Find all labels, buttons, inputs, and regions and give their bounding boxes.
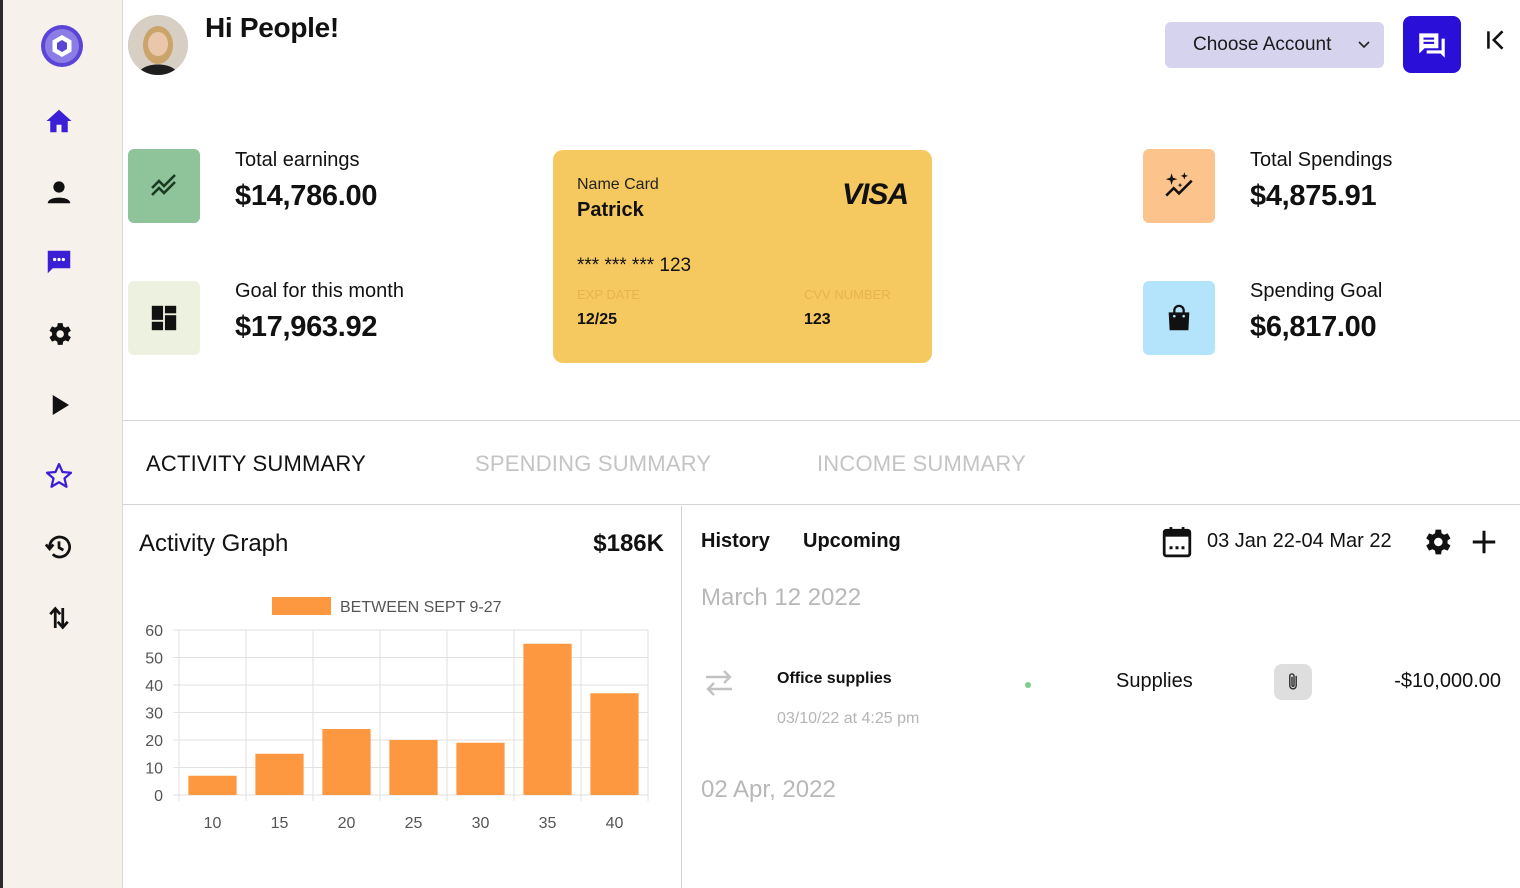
logo-icon[interactable] xyxy=(40,25,84,67)
sparkle-trend-icon xyxy=(1165,172,1193,197)
activity-total: $186K xyxy=(593,530,664,557)
group-date: 02 Apr, 2022 xyxy=(701,776,836,803)
activity-bar-chart: 0 10 20 30 40 50 60 10 15 20 25 30 35 40 BETWEEN SEPT… xyxy=(145,597,649,832)
trending-up-icon xyxy=(151,174,176,196)
tab-upcoming[interactable]: Upcoming xyxy=(803,530,901,553)
history-panel: History Upcoming 03 Jan 22-04 Mar 22 Mar… xyxy=(683,506,1520,888)
transfer-icon xyxy=(706,670,732,696)
star-icon[interactable] xyxy=(40,457,78,495)
dashboard-icon xyxy=(151,305,177,331)
transaction-name: Office supplies xyxy=(777,670,892,687)
legend-swatch xyxy=(272,597,331,615)
legend-label: BETWEEN SEPT 9-27 xyxy=(340,599,502,616)
paperclip-icon xyxy=(1289,673,1297,690)
tab-income-summary[interactable]: INCOME SUMMARY xyxy=(817,451,1026,477)
person-icon[interactable] xyxy=(40,173,78,211)
tab-history[interactable]: History xyxy=(701,530,770,553)
exp-date-label: EXP DATE xyxy=(577,287,641,302)
x-tick-label: 20 xyxy=(338,815,356,832)
total-spendings-label: Total Spendings xyxy=(1250,149,1393,171)
dashboard-app: Hi People! Choose Account Total earnings… xyxy=(0,0,1520,888)
bar-30[interactable] xyxy=(456,742,505,795)
cvv-value: 123 xyxy=(804,311,831,328)
bar-10[interactable] xyxy=(188,775,237,795)
attachment-button[interactable] xyxy=(1274,664,1312,700)
goal-month-label: Goal for this month xyxy=(235,280,404,302)
card-holder-name: Patrick xyxy=(577,199,644,221)
group-date: March 12 2022 xyxy=(701,584,862,611)
total-spendings-value: $4,875.91 xyxy=(1250,180,1377,212)
spending-goal-tile xyxy=(1143,281,1215,355)
transaction-category: Supplies xyxy=(1116,670,1193,692)
gear-icon[interactable] xyxy=(40,315,78,353)
exp-date-value: 12/25 xyxy=(577,311,618,328)
messages-button[interactable] xyxy=(1403,16,1461,73)
x-tick-label: 25 xyxy=(405,815,423,832)
spendings-tile xyxy=(1143,149,1215,223)
y-tick-label: 0 xyxy=(154,788,163,805)
choose-account-select[interactable]: Choose Account xyxy=(1165,22,1384,68)
x-tick-label: 35 xyxy=(539,815,557,832)
bar-40[interactable] xyxy=(590,693,639,795)
tab-spending-summary[interactable]: SPENDING SUMMARY xyxy=(475,451,711,477)
play-icon[interactable] xyxy=(40,386,78,424)
y-tick-label: 30 xyxy=(145,706,163,723)
y-tick-label: 60 xyxy=(145,623,163,640)
swap-icon[interactable] xyxy=(40,599,78,637)
spending-goal-value: $6,817.00 xyxy=(1250,311,1377,343)
x-tick-label: 15 xyxy=(271,815,289,832)
activity-graph-title: Activity Graph xyxy=(139,530,289,557)
x-tick-label: 40 xyxy=(606,815,624,832)
history-icon[interactable] xyxy=(40,528,78,566)
chevron-down-icon xyxy=(1358,41,1370,49)
forum-icon xyxy=(1419,32,1445,58)
bar-15[interactable] xyxy=(255,753,304,795)
transaction-amount: -$10,000.00 xyxy=(1394,670,1501,692)
collapse-icon[interactable] xyxy=(1481,26,1511,54)
card-number: *** *** *** 123 xyxy=(577,255,692,276)
avatar[interactable] xyxy=(128,15,188,75)
x-tick-label: 10 xyxy=(204,815,222,832)
activity-graph-panel: Activity Graph $186K 0 10 20 30 40 50 60 10 15 20… xyxy=(123,506,682,888)
bar-25[interactable] xyxy=(389,740,438,795)
summary-tabs: ACTIVITY SUMMARY SPENDING SUMMARY INCOME… xyxy=(123,421,1520,505)
card-name-label: Name Card xyxy=(577,176,659,193)
earnings-tile xyxy=(128,149,200,223)
add-icon[interactable] xyxy=(1469,527,1499,557)
spending-goal-label: Spending Goal xyxy=(1250,280,1383,302)
shopping-bag-icon xyxy=(1168,304,1190,331)
goal-month-value: $17,963.92 xyxy=(235,311,378,343)
bar-20[interactable] xyxy=(322,729,371,795)
total-earnings-value: $14,786.00 xyxy=(235,180,378,212)
sidebar xyxy=(0,0,123,888)
tab-activity-summary[interactable]: ACTIVITY SUMMARY xyxy=(146,451,366,477)
x-tick-label: 30 xyxy=(472,815,490,832)
greeting-title: Hi People! xyxy=(205,12,339,43)
y-tick-label: 10 xyxy=(145,761,163,778)
status-dot xyxy=(1025,682,1031,688)
window-edge xyxy=(0,0,3,888)
bar-35[interactable] xyxy=(523,643,572,795)
credit-card[interactable]: Name Card Patrick VISA *** *** *** 123 E… xyxy=(553,150,932,363)
choose-account-label: Choose Account xyxy=(1193,34,1332,55)
date-range[interactable]: 03 Jan 22-04 Mar 22 xyxy=(1207,530,1392,553)
transaction-row[interactable]: Office supplies 03/10/22 at 4:25 pm Supp… xyxy=(683,646,1520,736)
y-tick-label: 50 xyxy=(145,651,163,668)
cvv-label: CVV NUMBER xyxy=(804,287,891,302)
calendar-icon[interactable] xyxy=(1162,526,1192,558)
chat-icon[interactable] xyxy=(40,243,78,281)
y-tick-label: 40 xyxy=(145,678,163,695)
total-earnings-label: Total earnings xyxy=(235,149,360,171)
transaction-time: 03/10/22 at 4:25 pm xyxy=(777,710,920,727)
visa-logo: VISA xyxy=(841,178,909,211)
y-tick-label: 20 xyxy=(145,733,163,750)
gear-icon[interactable] xyxy=(1420,525,1454,559)
goal-tile xyxy=(128,281,200,355)
home-icon[interactable] xyxy=(40,102,78,140)
